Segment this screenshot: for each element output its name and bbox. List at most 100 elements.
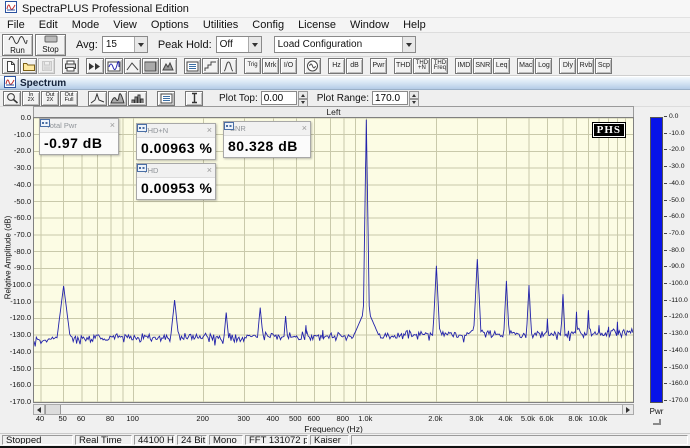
- zoom-out-full-button[interactable]: Out Full: [60, 91, 78, 106]
- logging-button[interactable]: Log: [535, 58, 552, 74]
- thd-n-button[interactable]: THD +N: [413, 58, 430, 74]
- menu-config[interactable]: Config: [245, 19, 291, 31]
- avg-value: 15: [106, 39, 117, 50]
- plot-type-bar-icon[interactable]: [128, 91, 147, 106]
- spectrum-toolbar-group: [157, 91, 175, 106]
- status-bar: StoppedReal Time44100 Hz24 BitMonoFFT 13…: [0, 433, 690, 446]
- close-icon[interactable]: ×: [207, 166, 212, 175]
- x-tick-label: 300: [237, 414, 250, 423]
- x-tick-label: 40: [36, 414, 44, 423]
- plot-type-line-icon[interactable]: [88, 91, 107, 106]
- plot-range-spinner[interactable]: [409, 91, 419, 105]
- zoom-out-2x-button[interactable]: Out 2X: [41, 91, 59, 106]
- meter-tick-label: -20.0: [669, 146, 690, 153]
- menu-window[interactable]: Window: [343, 19, 396, 31]
- scope-button[interactable]: Scp: [595, 58, 612, 74]
- plot-range-input[interactable]: [372, 91, 408, 105]
- picker-icon[interactable]: [220, 58, 237, 74]
- macros-button[interactable]: Mac: [517, 58, 534, 74]
- menu-utilities[interactable]: Utilities: [196, 19, 245, 31]
- toolbar-group: [184, 58, 237, 74]
- spectrum-toolbar: In 2XOut 2XOut Full Plot Top: Plot Range…: [0, 90, 690, 107]
- meter-tick-label: -70.0: [669, 230, 690, 237]
- save-file-icon: [38, 58, 55, 74]
- close-icon[interactable]: ×: [302, 124, 307, 133]
- x-tick-label: 100: [126, 414, 139, 423]
- pwr-button[interactable]: Pwr: [370, 58, 387, 74]
- close-icon[interactable]: ×: [207, 126, 212, 135]
- scroll-left-icon[interactable]: [34, 405, 45, 414]
- time-series-icon[interactable]: [105, 58, 123, 74]
- load-configuration-select[interactable]: Load Configuration: [274, 36, 416, 53]
- menu-license[interactable]: License: [291, 19, 343, 31]
- stop-button[interactable]: Stop: [35, 34, 66, 56]
- meter-label: Pwr: [644, 407, 669, 416]
- plot-top-input[interactable]: [261, 91, 297, 105]
- plot-top-spinner[interactable]: [298, 91, 308, 105]
- markers-button[interactable]: Mrk: [262, 58, 279, 74]
- meter-tick-label: -150.0: [669, 364, 690, 371]
- overlay-thd[interactable]: THD×0.00953 %: [136, 163, 216, 200]
- chevron-down-icon[interactable]: [402, 37, 415, 52]
- waveform-icon[interactable]: [124, 58, 141, 74]
- avg-select[interactable]: 15: [102, 36, 148, 53]
- plot-type-filled-icon[interactable]: [108, 91, 127, 106]
- status-spacer: [351, 435, 688, 445]
- spectrogram-icon[interactable]: [142, 58, 159, 74]
- close-icon[interactable]: ×: [110, 121, 115, 130]
- x-tick-label: 800: [337, 414, 350, 423]
- scroll-right-icon[interactable]: [622, 405, 633, 414]
- title-bar[interactable]: SpectraPLUS Professional Edition: [0, 0, 690, 18]
- menu-mode[interactable]: Mode: [65, 19, 107, 31]
- power-level-meter: [650, 117, 663, 403]
- y-axis-title: Relative Amplitude (dB): [4, 203, 13, 313]
- signal-generator-icon[interactable]: [304, 58, 321, 74]
- channel-label[interactable]: Left: [33, 106, 634, 117]
- scrollbar-thumb[interactable]: [45, 405, 61, 414]
- overlay-thd-n[interactable]: THD+N×0.00963 %: [136, 123, 216, 160]
- menu-options[interactable]: Options: [144, 19, 196, 31]
- open-file-icon[interactable]: [20, 58, 37, 74]
- meter-tick-label: -50.0: [669, 197, 690, 204]
- meter-tick-label: -160.0: [669, 380, 690, 387]
- db-button[interactable]: dB: [346, 58, 363, 74]
- toolbar-group: THDTHD +NTHD Freq: [394, 58, 448, 74]
- snr-button[interactable]: SNR: [473, 58, 492, 74]
- delay-button[interactable]: Dly: [559, 58, 576, 74]
- surface-plot-icon[interactable]: [160, 58, 177, 74]
- resize-grip-icon[interactable]: [653, 419, 661, 425]
- thd-freq-button[interactable]: THD Freq: [431, 58, 448, 74]
- menu-help[interactable]: Help: [396, 19, 433, 31]
- thd-button[interactable]: THD: [394, 58, 412, 74]
- trigger-button[interactable]: Trig: [244, 58, 261, 74]
- run-button[interactable]: Run: [2, 34, 33, 56]
- playback-icon[interactable]: [86, 58, 104, 74]
- legend-icon[interactable]: [157, 91, 175, 106]
- io-button[interactable]: I/O: [280, 58, 297, 74]
- status-sample-rate: 44100 Hz: [134, 435, 175, 445]
- chevron-down-icon[interactable]: [248, 37, 261, 52]
- leq-button[interactable]: Leq: [493, 58, 510, 74]
- menu-edit[interactable]: Edit: [32, 19, 65, 31]
- marker-icon[interactable]: [185, 91, 203, 106]
- zoom-icon[interactable]: [3, 91, 21, 106]
- reverb-button[interactable]: Rvb: [577, 58, 594, 74]
- overlay-snr[interactable]: SNR×80.328 dB: [223, 121, 311, 158]
- zoom-in-2x-button[interactable]: In 2X: [22, 91, 40, 106]
- menu-view[interactable]: View: [106, 19, 144, 31]
- peak-hold-select[interactable]: Off: [216, 36, 262, 53]
- new-file-icon[interactable]: [2, 58, 19, 74]
- spectrum-plot[interactable]: PHS Total Pwr×-0.97 dBTHD+N×0.00963 %SNR…: [33, 117, 634, 403]
- hz-button[interactable]: Hz: [328, 58, 345, 74]
- legend-icon[interactable]: [184, 58, 201, 74]
- spectrum-toolbar-group: [88, 91, 147, 106]
- spectrum-panel-titlebar[interactable]: Spectrum: [0, 76, 690, 90]
- overlay-total-pwr[interactable]: Total Pwr×-0.97 dB: [39, 118, 119, 155]
- status-channels: Mono: [209, 435, 243, 445]
- print-icon[interactable]: [62, 58, 79, 74]
- toolbar-group: [62, 58, 79, 74]
- menu-file[interactable]: File: [0, 19, 32, 31]
- axis-scale-icon[interactable]: [202, 58, 219, 74]
- imd-button[interactable]: IMD: [455, 58, 472, 74]
- chevron-down-icon[interactable]: [134, 37, 147, 52]
